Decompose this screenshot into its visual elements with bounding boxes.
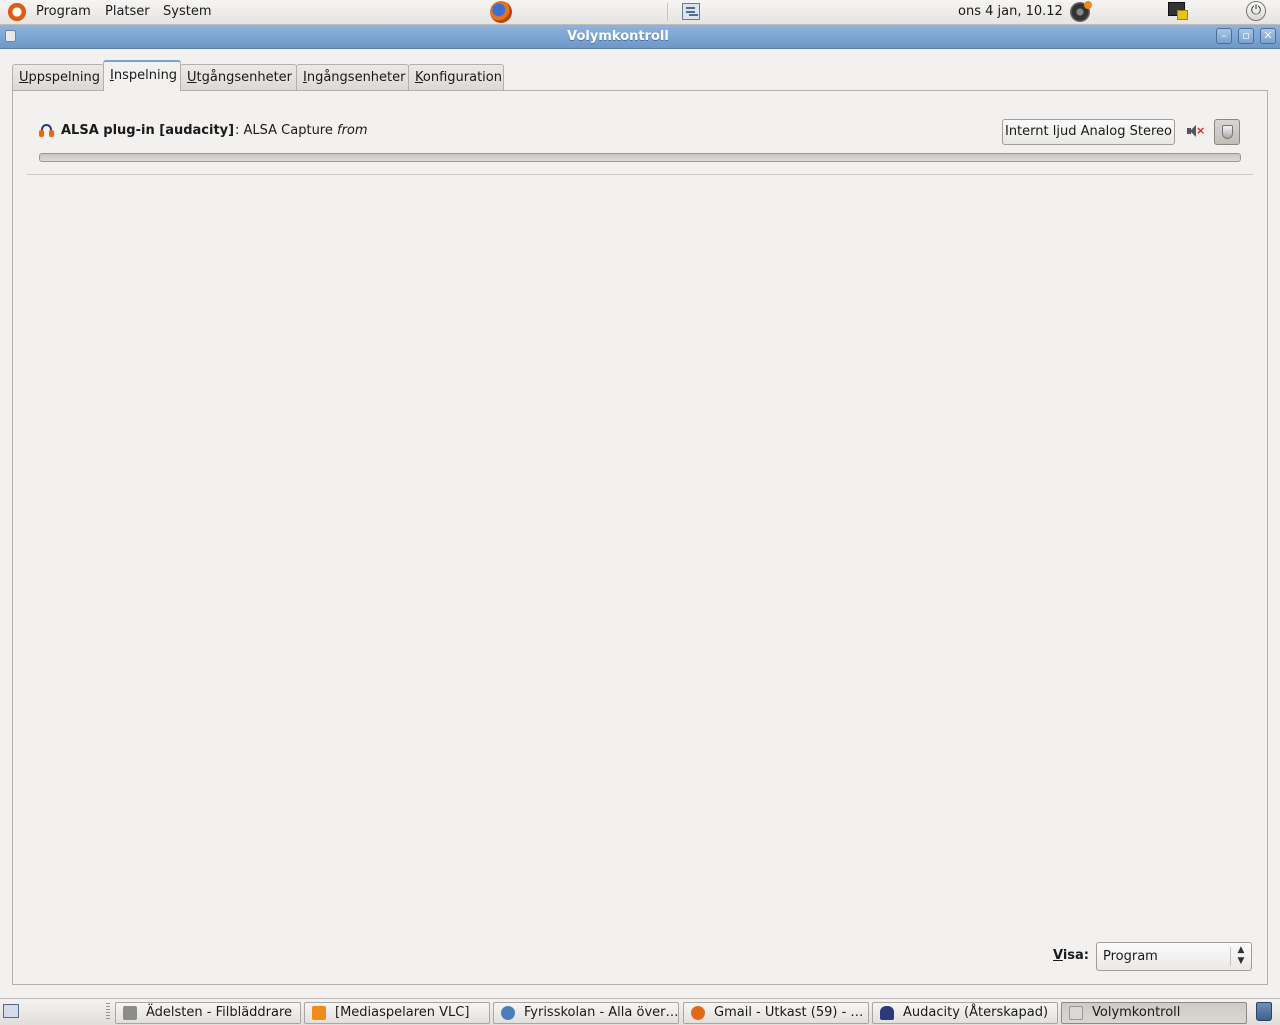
taskbar-grip[interactable] (106, 1003, 110, 1021)
menu-system[interactable]: System (163, 0, 211, 24)
tab-ingangsenheter[interactable]: Ingångsenheter (296, 64, 409, 90)
task-fyrisskolan[interactable]: Fyrisskolan - Alla över… (493, 1002, 679, 1024)
vlc-cone-icon (312, 1006, 326, 1020)
task-vlc[interactable]: [Mediaspelaren VLC] (304, 1002, 490, 1024)
window-title: Volymkontroll (567, 29, 669, 44)
close-button[interactable]: ✕ (1260, 28, 1276, 44)
tab-uppspelning[interactable]: Uppspelning (12, 64, 104, 90)
lock-channels-button[interactable] (1214, 119, 1240, 145)
volume-tray-icon[interactable] (1070, 1, 1092, 22)
separator (27, 174, 1253, 175)
input-device-button[interactable]: Internt ljud Analog Stereo (1002, 119, 1175, 145)
task-audacity[interactable]: Audacity (Återskapad) (872, 1002, 1058, 1024)
task-filbladdrare[interactable]: Ädelsten - Filbläddrare (115, 1002, 301, 1024)
window-titlebar[interactable]: Volymkontroll – ▫ ✕ (0, 25, 1280, 49)
panel-launcher-icon[interactable] (682, 3, 700, 20)
visa-label: Visa: (1053, 948, 1090, 963)
maximize-button[interactable]: ▫ (1238, 28, 1254, 44)
recording-page: ALSA plug-in [audacity] : ALSA Capture f… (12, 90, 1268, 985)
browser-icon (501, 1006, 515, 1020)
power-icon[interactable]: ⏻ (1246, 1, 1266, 21)
tab-utgangsenheter[interactable]: Utgångsenheter (180, 64, 297, 90)
bottom-taskbar: Ädelsten - Filbläddrare [Mediaspelaren V… (0, 998, 1280, 1025)
visa-combobox[interactable]: Program ▲ ▼ (1096, 942, 1252, 971)
stream-app-name: ALSA plug-in [audacity] (61, 123, 235, 138)
top-panel: Program Platser System ons 4 jan, 10.12 … (0, 0, 1280, 25)
panel-separator (667, 3, 668, 21)
shield-icon (1222, 125, 1233, 139)
updown-arrows-icon: ▲ ▼ (1237, 945, 1245, 966)
file-manager-icon (123, 1006, 137, 1020)
headphones-icon (880, 1006, 894, 1020)
menu-program[interactable]: Program (36, 0, 91, 24)
ubuntu-logo-icon[interactable] (8, 3, 26, 21)
volume-control-icon (1069, 1006, 1083, 1020)
task-volymkontroll[interactable]: Volymkontroll (1061, 1002, 1247, 1024)
volume-slider[interactable] (39, 153, 1241, 162)
stream-description: : ALSA Capture from (235, 123, 368, 138)
task-gmail[interactable]: Gmail - Utkast (59) - … (683, 1002, 869, 1024)
visa-selected-value: Program (1103, 949, 1158, 964)
firefox-launcher-icon[interactable] (490, 1, 512, 23)
tab-inspelning[interactable]: Inspelning (103, 60, 181, 91)
show-desktop-icon[interactable] (3, 1004, 19, 1018)
audacity-headphones-icon (39, 124, 54, 137)
menu-platser[interactable]: Platser (105, 0, 150, 24)
minimize-button[interactable]: – (1216, 28, 1232, 44)
panel-clock[interactable]: ons 4 jan, 10.12 (958, 0, 1063, 24)
lock-screen-icon[interactable] (1168, 2, 1190, 22)
firefox-icon (691, 1006, 705, 1020)
trash-icon[interactable] (1256, 1002, 1272, 1021)
mute-toggle-icon[interactable]: × (1187, 125, 1205, 139)
stream-row: ALSA plug-in [audacity] : ALSA Capture f… (39, 119, 1240, 145)
tab-konfiguration[interactable]: Konfiguration (408, 64, 504, 90)
